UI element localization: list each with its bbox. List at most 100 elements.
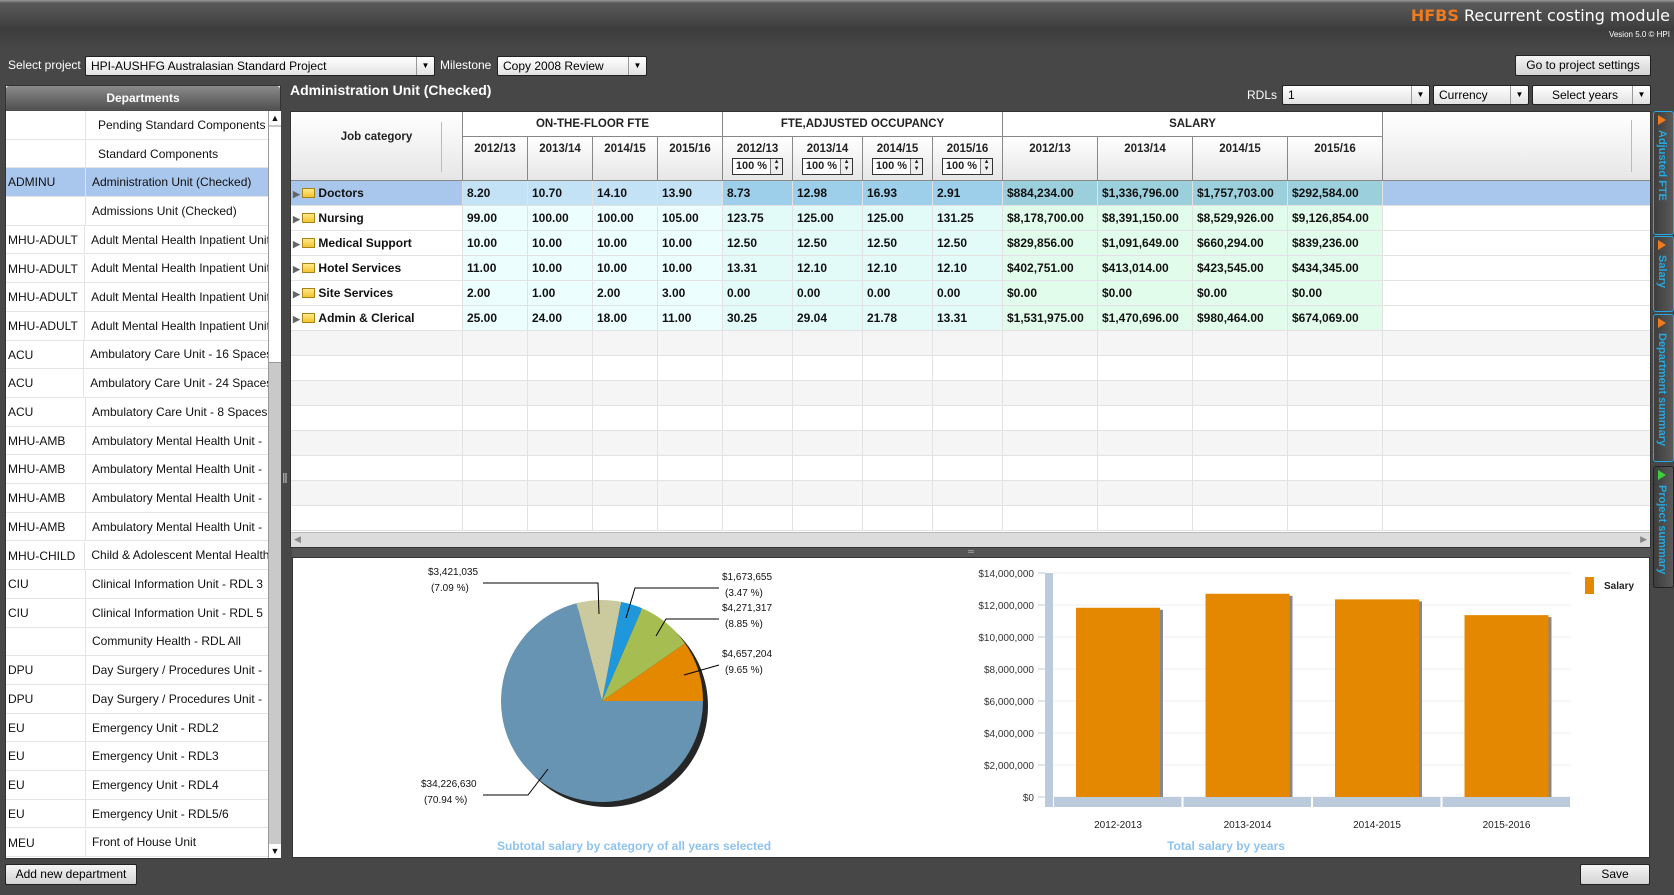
chevron-down-icon[interactable]: ▼ — [416, 57, 434, 75]
adjusted-fte-cell[interactable]: 30.25 — [723, 306, 793, 331]
department-row[interactable]: EU Emergency Unit - RDL5/6 — [6, 799, 268, 829]
expand-arrow-icon[interactable]: ▶ — [293, 289, 302, 299]
panel-splitter-handle[interactable]: ‖ — [282, 470, 288, 500]
adjusted-fte-cell[interactable]: 12.50 — [933, 231, 1003, 256]
fte-cell[interactable]: 2.00 — [463, 281, 528, 306]
department-row[interactable]: Community Health - RDL All — [6, 627, 268, 657]
table-row[interactable]: ▶ Hotel Services 11.00 10.00 10.00 10.00 13.3… — [291, 256, 1650, 281]
occupancy-value[interactable]: 100 % — [873, 159, 910, 174]
fte-cell[interactable]: 18.00 — [593, 306, 658, 331]
salary-cell[interactable]: $1,336,796.00 — [1098, 181, 1193, 206]
department-row[interactable]: EU Emergency Unit - RDL3 — [6, 742, 268, 772]
scroll-right-icon[interactable]: ▶ — [1640, 534, 1647, 545]
expand-arrow-icon[interactable]: ▶ — [293, 189, 302, 199]
scroll-left-icon[interactable]: ◀ — [294, 534, 301, 545]
save-button[interactable]: Save — [1580, 864, 1650, 885]
year-header[interactable]: 2014/15 — [1193, 137, 1288, 181]
department-row[interactable]: MHU-ADULT Adult Mental Health Inpatient U… — [6, 225, 268, 255]
year-header[interactable]: 2012/13 — [463, 137, 528, 181]
adjusted-fte-cell[interactable]: 12.50 — [723, 231, 793, 256]
department-row[interactable]: MHU-AMB Ambulatory Mental Health Unit - — [6, 484, 268, 513]
year-header[interactable]: 2013/14 — [1098, 137, 1193, 181]
side-tab-project-summary[interactable]: Project summary — [1653, 466, 1674, 588]
occupancy-stepper[interactable]: 100 % ▲ ▼ — [871, 158, 924, 175]
department-row[interactable]: CIU Clinical Information Unit - RDL 3 — [6, 570, 268, 599]
department-row[interactable]: ACU Ambulatory Care Unit - 24 Spaces — [6, 369, 268, 398]
salary-cell[interactable]: $884,234.00 — [1003, 181, 1098, 206]
year-header[interactable]: 2015/16 — [1288, 137, 1383, 181]
salary-cell[interactable]: $660,294.00 — [1193, 231, 1288, 256]
adjusted-fte-cell[interactable]: 12.50 — [863, 231, 933, 256]
fte-cell[interactable]: 2.00 — [593, 281, 658, 306]
adjusted-fte-cell[interactable]: 0.00 — [793, 281, 863, 306]
chevron-down-icon[interactable]: ▼ — [628, 57, 646, 75]
year-header[interactable]: 2013/14 — [528, 137, 593, 181]
salary-cell[interactable]: $423,545.00 — [1193, 256, 1288, 281]
year-header[interactable]: 2013/14 100 % ▲ ▼ — [793, 137, 863, 181]
side-tab-salary[interactable]: Salary — [1653, 236, 1674, 312]
milestone-select[interactable]: Copy 2008 Review ▼ — [497, 56, 647, 76]
department-row[interactable]: MHU-ADULT Adult Mental Health Inpatient U… — [6, 283, 268, 312]
bar-2014-2015[interactable] — [1335, 599, 1419, 797]
adjusted-fte-cell[interactable]: 12.50 — [793, 231, 863, 256]
adjusted-fte-cell[interactable]: 0.00 — [933, 281, 1003, 306]
year-header[interactable]: 2012/13 — [1003, 137, 1098, 181]
salary-cell[interactable]: $0.00 — [1193, 281, 1288, 306]
expand-arrow-icon[interactable]: ▶ — [293, 314, 302, 324]
fte-cell[interactable]: 10.00 — [463, 231, 528, 256]
salary-cell[interactable]: $8,391,150.00 — [1098, 206, 1193, 231]
department-row[interactable]: EU Emergency Unit - RDL4 — [6, 771, 268, 800]
job-category-cell[interactable]: ▶ Site Services — [291, 281, 463, 306]
bar-2012-2013[interactable] — [1076, 607, 1160, 797]
project-settings-button[interactable]: Go to project settings — [1515, 55, 1651, 76]
fte-cell[interactable]: 8.20 — [463, 181, 528, 206]
salary-cell[interactable]: $1,091,649.00 — [1098, 231, 1193, 256]
salary-cell[interactable]: $8,529,926.00 — [1193, 206, 1288, 231]
job-category-cell[interactable]: ▶ Doctors — [291, 181, 463, 206]
project-select[interactable]: HPI-AUSHFG Australasian Standard Project… — [85, 56, 435, 76]
adjusted-fte-cell[interactable]: 12.10 — [793, 256, 863, 281]
salary-cell[interactable]: $8,178,700.00 — [1003, 206, 1098, 231]
department-row[interactable]: MHU-ADULT Adult Mental Health Inpatient U… — [6, 254, 268, 284]
horizontal-splitter[interactable]: ═ — [292, 548, 1650, 557]
add-department-button[interactable]: Add new department — [5, 864, 137, 885]
rdls-select[interactable]: 1 ▼ — [1282, 85, 1430, 105]
adjusted-fte-cell[interactable]: 13.31 — [933, 306, 1003, 331]
adjusted-fte-cell[interactable]: 13.31 — [723, 256, 793, 281]
job-category-cell[interactable]: ▶ Nursing — [291, 206, 463, 231]
department-row[interactable]: MHU-CHILD Child & Adolescent Mental Healt… — [6, 541, 268, 571]
fte-cell[interactable]: 100.00 — [593, 206, 658, 231]
department-row[interactable]: DPU Day Surgery / Procedures Unit - — [6, 685, 268, 714]
fte-cell[interactable]: 99.00 — [463, 206, 528, 231]
department-row[interactable]: ACU Ambulatory Care Unit - 8 Spaces — [6, 398, 268, 427]
salary-cell[interactable]: $0.00 — [1098, 281, 1193, 306]
adjusted-fte-cell[interactable]: 12.98 — [793, 181, 863, 206]
side-tab-adjusted-fte[interactable]: Adjusted FTE — [1653, 111, 1674, 235]
stepper-arrows-icon[interactable]: ▲ ▼ — [980, 159, 993, 174]
job-category-cell[interactable]: ▶ Admin & Clerical — [291, 306, 463, 331]
salary-cell[interactable]: $434,345.00 — [1288, 256, 1383, 281]
salary-cell[interactable]: $1,470,696.00 — [1098, 306, 1193, 331]
adjusted-fte-cell[interactable]: 125.00 — [863, 206, 933, 231]
chevron-down-icon[interactable]: ▼ — [1632, 86, 1650, 104]
fte-cell[interactable]: 10.00 — [528, 256, 593, 281]
bar-2013-2014[interactable] — [1205, 593, 1290, 797]
fte-cell[interactable]: 25.00 — [463, 306, 528, 331]
salary-cell[interactable]: $980,464.00 — [1193, 306, 1288, 331]
fte-cell[interactable]: 10.70 — [528, 181, 593, 206]
adjusted-fte-cell[interactable]: 12.10 — [863, 256, 933, 281]
adjusted-fte-cell[interactable]: 123.75 — [723, 206, 793, 231]
bar-2015-2016[interactable] — [1464, 615, 1549, 797]
side-tab-department-summary[interactable]: Department summary — [1653, 314, 1674, 462]
department-row[interactable]: CIU Clinical Information Unit - RDL 5 — [6, 598, 268, 628]
adjusted-fte-cell[interactable]: 2.91 — [933, 181, 1003, 206]
salary-cell[interactable]: $829,856.00 — [1003, 231, 1098, 256]
department-row[interactable]: MHU-AMB Ambulatory Mental Health Unit - — [6, 426, 268, 456]
scroll-down-icon[interactable]: ▼ — [269, 844, 281, 858]
adjusted-fte-cell[interactable]: 12.10 — [933, 256, 1003, 281]
salary-cell[interactable]: $0.00 — [1288, 281, 1383, 306]
year-header[interactable]: 2012/13 100 % ▲ ▼ — [723, 137, 793, 181]
currency-select[interactable]: Currency ▼ — [1433, 85, 1529, 105]
salary-cell[interactable]: $674,069.00 — [1288, 306, 1383, 331]
department-row[interactable]: MEU Front of House Unit — [6, 828, 268, 858]
